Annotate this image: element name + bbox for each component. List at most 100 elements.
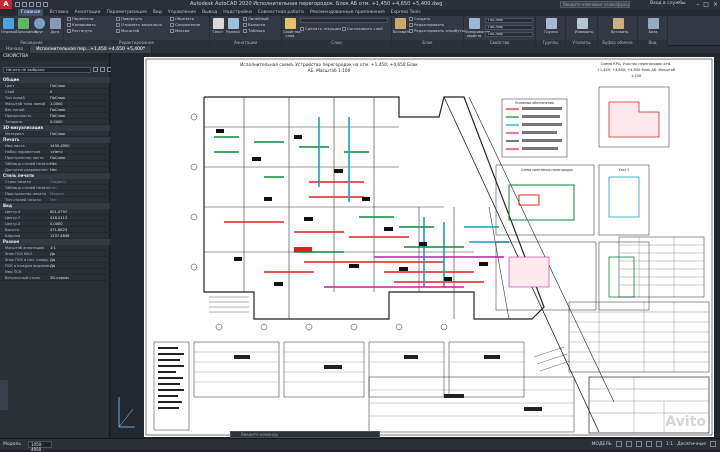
property-value[interactable]: 1450-4950 [50,143,110,148]
property-name: Пространство печати [5,192,46,196]
ribbon-tab[interactable]: Аннотации [75,9,101,16]
ribbon-tab[interactable]: Совместная работа [258,9,304,16]
property-name: Знак ПСК в нач. коорд. [5,258,49,262]
property-value[interactable]: 0 [50,89,110,94]
property-value[interactable]: ПоСлою [50,113,110,118]
property-value[interactable]: Да [50,257,110,262]
drawing-sheet[interactable]: Исполнительная схема. Устройство перегор… [118,57,714,437]
edit-attributes-button[interactable]: Редактировать атрибуты [409,28,465,34]
text-button[interactable]: Текст [211,18,225,34]
ribbon-tab[interactable]: Главная [18,9,44,16]
layout-tab[interactable]: 1450-4950 [28,441,52,452]
grid-icon[interactable] [615,441,622,447]
property-value[interactable] [50,269,110,274]
make-current-button[interactable]: Сделать текущим [300,26,341,32]
layer-dropdown[interactable] [300,18,388,23]
minimize-icon[interactable]: – [696,1,699,8]
sign-in-button[interactable]: Вход в службы [650,1,686,6]
property-value[interactable]: 0.0000 [50,221,110,226]
insert-block-button[interactable]: Вставить [393,18,410,34]
property-value[interactable]: <Нет> [50,149,110,154]
search-input[interactable]: Введите ключевое слово/фразу [560,1,630,8]
ribbon-tab[interactable]: Вид [153,9,162,16]
paste-button[interactable]: Вставить [611,18,628,34]
maximize-icon[interactable]: □ [703,1,709,8]
property-value[interactable]: 0.0000 [50,119,110,124]
property-value[interactable]: ПоСлою [50,155,110,160]
match-layer-button[interactable]: Согласовать слой [342,26,383,32]
polar-icon[interactable] [645,441,652,447]
property-value[interactable]: ПоСлою [50,83,110,88]
layer-properties-button[interactable]: Свойства слоя [283,18,301,38]
title-bar: A Autodesk AutoCAD 2020 Исполнительная п… [0,0,720,9]
polyline-button[interactable]: Полилиния [16,18,37,34]
customization-icon[interactable] [710,441,716,447]
ribbon-tab[interactable]: Рекомендованные приложения [310,9,385,16]
lineweight-dropdown[interactable]: ПоСлою [485,25,533,30]
scale-button[interactable]: Масштаб [116,28,139,34]
property-value[interactable]: 801.0797 [50,209,110,214]
array-button[interactable]: Массив [170,28,189,34]
properties-header: СВОЙСТВА [0,53,109,61]
color-dropdown[interactable]: ПоСлою [485,18,533,23]
property-value[interactable]: ПоСлою [50,131,110,136]
property-row[interactable]: Визуальный стиль 2D-каркас [0,275,110,281]
property-value[interactable]: Модель [50,191,110,196]
close-icon[interactable]: × [713,1,718,8]
drawing-canvas[interactable]: Исполнительная схема. Устройство перегор… [111,53,720,438]
undo-icon[interactable] [36,2,41,7]
toggle-pickadd-icon[interactable] [93,67,98,72]
property-value[interactable]: Нет [50,197,110,202]
linetype-dropdown[interactable]: ПоСлою [485,32,533,37]
property-name: Центр Z [5,222,21,226]
select-objects-icon[interactable] [100,67,105,72]
arc-button[interactable]: Дуга [48,18,62,34]
property-value[interactable]: Да [50,263,110,268]
ribbon-tab[interactable]: Вставка [49,9,68,16]
group-button[interactable]: Группа [544,18,558,34]
selection-dropdown[interactable]: Ничего не выбрано [3,67,91,73]
osnap-icon[interactable] [655,441,662,447]
command-line-input[interactable]: Введите команду [230,431,380,438]
table-button[interactable]: Таблица [243,28,265,34]
ribbon-tab[interactable]: Вывод [202,9,217,16]
property-value[interactable]: 418.2113 [50,215,110,220]
property-value[interactable]: 1237.4848 [50,233,110,238]
stretch-button[interactable]: Растянуть [67,28,92,34]
property-value[interactable]: ПоСлою [50,107,110,112]
property-value[interactable]: Нет [50,185,110,190]
ribbon-tab[interactable]: Express Tools [391,9,421,16]
save-icon[interactable] [29,2,34,7]
dimension-button[interactable]: Размер [226,18,240,34]
property-value[interactable]: 1.0000 [50,101,110,106]
measure-button[interactable]: Измерить [575,18,593,34]
file-tab[interactable]: Исполнительная пер...+1,450 +4,650 +5,40… [30,46,153,53]
new-file-icon[interactable] [15,2,20,7]
ortho-icon[interactable] [635,441,642,447]
properties-side-tab[interactable] [0,380,8,410]
property-value[interactable]: ПоСлою [50,95,110,100]
ribbon-tab[interactable]: Управление [168,9,196,16]
open-file-icon[interactable] [22,2,27,7]
units-indicator[interactable]: Десятичные [677,442,706,447]
snap-icon[interactable] [625,441,632,447]
property-value[interactable]: 2D-каркас [50,275,110,280]
property-value[interactable]: 471.8823 [50,227,110,232]
property-value[interactable]: Да [50,251,110,256]
property-value[interactable]: Нет [50,161,110,166]
property-value[interactable]: Нет [50,167,110,172]
property-value[interactable]: 1:1 [50,245,110,250]
property-value[interactable]: ПоЦвету [50,179,110,184]
ribbon-tab[interactable]: Параметризация [107,9,147,16]
ribbon-tab[interactable]: Надстройки [223,9,252,16]
line-button[interactable]: Отрезок [1,18,17,34]
match-properties-button[interactable]: Копирование свойств [465,18,490,38]
autocad-logo-icon[interactable]: A [0,0,12,9]
circle-button[interactable]: Круг [32,18,46,34]
base-view-button[interactable]: База [646,18,660,34]
redo-icon[interactable] [43,2,48,7]
file-tab[interactable]: Начало [0,46,31,53]
annotation-scale[interactable]: 1:1 [666,442,673,447]
model-space-toggle[interactable]: МОДЕЛЬ [592,442,612,447]
model-tab[interactable]: Модель [3,442,21,447]
